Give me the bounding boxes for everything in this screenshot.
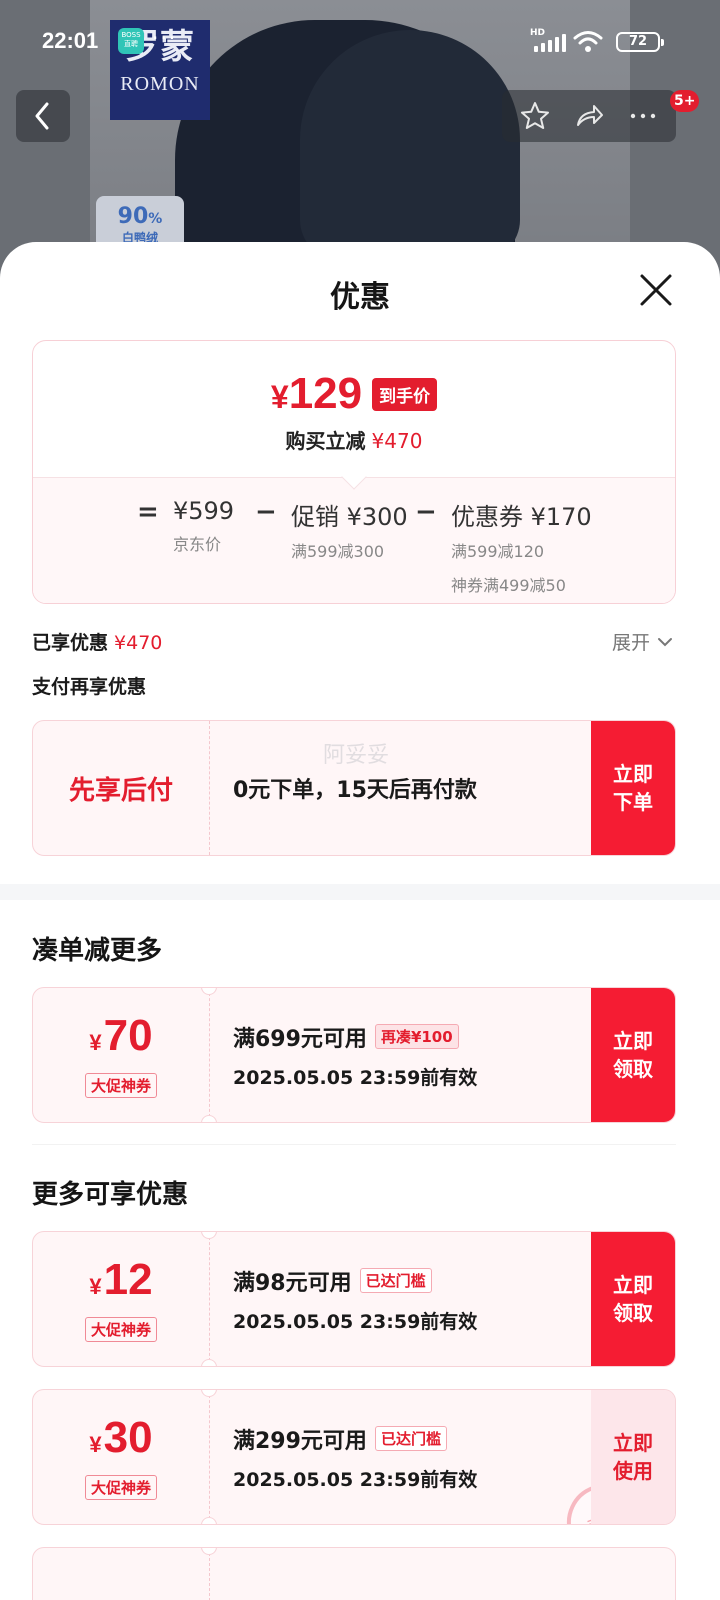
coupon-type-tag: 大促神券: [84, 1475, 157, 1500]
chevron-left-icon: [35, 102, 49, 130]
order-now-button[interactable]: 立即 下单: [591, 721, 675, 855]
more-notifications-icon: ···: [152, 26, 178, 50]
minus-sign: −: [255, 497, 277, 527]
coupon-status-chip: 已达门槛: [359, 1268, 432, 1293]
message-count-badge: 5+: [670, 90, 700, 112]
saved-discount: 已享优惠 ¥470: [32, 632, 163, 654]
chevron-down-icon: [658, 637, 673, 646]
coupon-value: ¥70: [89, 1011, 153, 1060]
coupon-card: ¥30 大促神券 满299元可用 已达门槛 2025.05.05 23:59前有…: [32, 1389, 676, 1525]
coupon-value: ¥30: [89, 1413, 153, 1462]
pay-later-card[interactable]: 先享后付 0元下单，15天后再付款 阿妥妥 立即 下单: [32, 720, 676, 856]
share-icon[interactable]: [572, 99, 606, 133]
formula-item-promotion: 促销 ¥300 满599减300: [291, 503, 408, 561]
coupon-card-partial: [32, 1547, 676, 1600]
pay-more-label: 支付再享优惠: [32, 676, 147, 698]
pay-later-desc: 0元下单，15天后再付款: [233, 778, 477, 803]
coupon-card: ¥70 大促神券 满699元可用 再凑¥100 2025.05.05 23:59…: [32, 987, 676, 1123]
coupon-expiry: 2025.05.05 23:59前有效: [233, 1066, 478, 1089]
star-icon[interactable]: [518, 99, 552, 133]
price-summary-card: ¥129 到手价 购买立减 ¥470 = ¥599 京东价 − 促销 ¥300 满…: [32, 340, 676, 604]
coupon-type-tag: 大促神券: [84, 1317, 157, 1342]
coupon-expiry: 2025.05.05 23:59前有效: [233, 1310, 478, 1333]
top-actions: [502, 90, 676, 142]
claim-coupon-button[interactable]: 立即 领取: [591, 1232, 675, 1366]
section-title-more-savings: 凑单减更多: [32, 936, 163, 966]
coupon-card: ¥12 大促神券 满98元可用 已达门槛 2025.05.05 23:59前有效…: [32, 1231, 676, 1367]
coupon-status-chip: 再凑¥100: [374, 1024, 459, 1049]
watermark: 阿妥妥: [323, 743, 390, 768]
coupon-status-chip: 已达门槛: [374, 1426, 447, 1451]
instant-reduction: 购买立减 ¥470: [285, 429, 423, 453]
coupon-condition: 满98元可用 已达门槛: [233, 1265, 477, 1297]
final-price-tag: 到手价: [372, 377, 438, 411]
wifi-icon: [573, 31, 603, 52]
battery-icon: 72: [616, 32, 664, 52]
section-title-more-available: 更多可享优惠: [32, 1180, 189, 1210]
equals-sign: =: [137, 497, 159, 527]
sheet-title: 优惠: [330, 280, 390, 315]
coupon-expiry: 2025.05.05 23:59前有效: [233, 1468, 478, 1491]
boss-app-icon: BOSS 直聘: [118, 28, 144, 54]
formula-item-coupon: 优惠券 ¥170 满599减120 神券满499减50: [451, 503, 592, 595]
back-button[interactable]: [16, 90, 70, 142]
final-price: ¥129: [270, 369, 363, 418]
coupon-type-tag: 大促神券: [84, 1073, 157, 1098]
claim-coupon-button[interactable]: 立即 领取: [591, 988, 675, 1122]
status-bar: 22:01 BOSS 直聘 ··· HD 72: [0, 0, 720, 80]
more-icon[interactable]: [626, 99, 660, 133]
minus-sign: −: [415, 497, 437, 527]
signal-icon: [534, 34, 566, 52]
status-time: 22:01: [42, 28, 99, 53]
expand-button[interactable]: 展开: [612, 628, 674, 655]
use-coupon-button[interactable]: 立即 使用: [591, 1390, 675, 1524]
coupon-condition: 满299元可用 已达门槛: [233, 1423, 477, 1455]
coupon-condition: 满699元可用 再凑¥100: [233, 1021, 477, 1053]
coupon-value: ¥12: [89, 1255, 153, 1304]
formula-item-jd-price: ¥599 京东价: [173, 497, 235, 554]
close-icon[interactable]: [636, 270, 676, 310]
final-price-row: ¥129 到手价: [33, 369, 675, 419]
discount-sheet: 优惠 ¥129 到手价 购买立减 ¥470 = ¥599 京东价 − 促销 ¥30…: [0, 242, 720, 1600]
pay-later-label: 先享后付: [68, 775, 173, 806]
